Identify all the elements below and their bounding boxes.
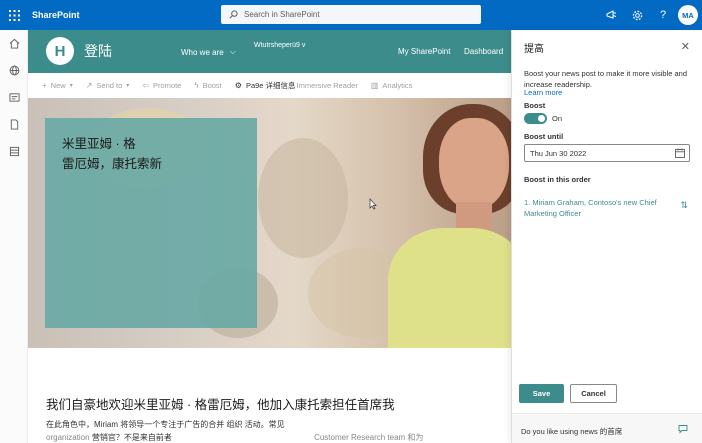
nav-my-sharepoint[interactable]: My SharePoint: [398, 47, 450, 56]
mouse-cursor-icon: [369, 198, 377, 213]
person-body: [388, 228, 511, 348]
toggle-knob: [538, 115, 545, 122]
article-line2-b: 营销官？不是来自前者: [91, 433, 172, 442]
immersive-reader-label: Immersive Reader: [296, 81, 358, 90]
help-icon[interactable]: ?: [650, 0, 676, 30]
panel-title: 提高: [524, 44, 544, 55]
site-header: H 登陆 Who we are ⌵ Wtutrsheperü9 v My Sha…: [28, 30, 511, 73]
hero-image: 米里亚姆 · 格 雷厄姆，康托索新: [28, 98, 511, 348]
suite-bar: SharePoint Search in SharePoint ? MA: [0, 0, 702, 30]
plus-icon: +: [42, 81, 47, 90]
search-box[interactable]: Search in SharePoint: [221, 5, 481, 24]
feedback-bar: Do you like using news 的首席: [512, 413, 702, 443]
news-icon[interactable]: [0, 84, 28, 111]
learn-more-link[interactable]: Learn more: [524, 88, 562, 97]
cancel-button[interactable]: Cancel: [570, 384, 617, 403]
settings-gear-icon[interactable]: [624, 0, 650, 30]
article-line1: 在此角色中，Miriam 将领导一个专注于广告的合并 组织 活动。常见: [46, 420, 285, 429]
site-logo[interactable]: H: [46, 37, 74, 65]
immersive-reader-button[interactable]: Immersive Reader: [297, 81, 358, 90]
hero-title: 米里亚姆 · 格 雷厄姆，康托索新: [62, 134, 162, 174]
home-icon[interactable]: [0, 30, 28, 57]
send-to-label: Send to: [96, 81, 123, 90]
hero-title-line2: 雷厄姆，康托索新: [62, 157, 163, 171]
boost-until-label: Boost until: [524, 132, 564, 141]
boost-toggle-state: On: [552, 114, 563, 123]
panel-description: Boost your news post to make it more vis…: [524, 69, 687, 89]
new-button[interactable]: + New ▾: [42, 81, 73, 90]
chevron-down-icon: ▾: [126, 83, 130, 89]
boost-label: Boost: [524, 101, 546, 110]
page-details-button[interactable]: ⚙ Pa9e 详细信息: [235, 80, 296, 91]
app-bar: [0, 30, 28, 443]
search-placeholder: Search in SharePoint: [244, 10, 320, 19]
app-name[interactable]: SharePoint: [32, 10, 80, 20]
page-details-label: Pa9e 详细信息: [245, 81, 296, 90]
sort-icon[interactable]: ⇅: [680, 200, 688, 211]
chart-icon: ▥: [370, 81, 379, 90]
boost-toggle[interactable]: [524, 113, 547, 124]
person-face: [439, 118, 509, 210]
promote-button[interactable]: ⇦ Promote: [142, 81, 181, 90]
close-icon[interactable]: ✕: [681, 40, 690, 53]
promote-label: Promote: [152, 81, 182, 90]
share-icon: ↗: [85, 81, 93, 90]
nav-dashboard[interactable]: Dashboard: [464, 47, 503, 56]
feedback-text: Do you like using news 的首席: [521, 427, 623, 436]
hero-title-line1: 米里亚姆 · 格: [62, 137, 136, 151]
analytics-button[interactable]: ▥ Analytics: [371, 81, 413, 90]
new-label: New: [50, 81, 66, 90]
boost-order-item[interactable]: 1. Miriam Graham, Contoso's new Chief Ma…: [524, 197, 669, 219]
article-paragraph: 在此角色中，Miriam 将领导一个专注于广告的合并 组织 活动。常见 orga…: [46, 418, 506, 443]
nav-wtutr[interactable]: Wtutrsheperü9 v: [254, 42, 305, 49]
rocket-icon: ϟ: [194, 81, 199, 90]
calendar-icon[interactable]: [675, 148, 685, 158]
boost-until-value: Thu Jun 30 2022: [530, 148, 587, 158]
analytics-label: Analytics: [382, 81, 413, 90]
send-to-button[interactable]: ↗ Send to ▾: [86, 81, 130, 90]
boost-panel: 提高 ✕ Boost your news post to make it mor…: [511, 30, 702, 443]
chevron-down-icon: ▾: [69, 83, 73, 89]
site-title[interactable]: 登陆: [84, 41, 112, 61]
boost-until-date-field[interactable]: Thu Jun 30 2022: [524, 144, 690, 162]
avatar[interactable]: MA: [678, 5, 698, 25]
background-blob: [258, 138, 348, 258]
article-line2-c: Customer Research team 和为: [314, 433, 424, 442]
gear-icon: ⚙: [234, 81, 242, 90]
boost-order-label: Boost in this order: [524, 175, 591, 184]
command-bar: + New ▾ ↗ Send to ▾ ⇦ Promote ϟ Boost ⚙ …: [28, 73, 511, 98]
boost-label: Boost: [202, 81, 222, 90]
nav-who-we-are-label: Who we are: [181, 47, 224, 57]
article-line2-a: organization: [46, 433, 90, 442]
megaphone-icon[interactable]: [598, 0, 624, 30]
nav-who-we-are[interactable]: Who we are ⌵: [181, 47, 236, 57]
search-icon: [229, 10, 238, 19]
lists-icon[interactable]: [0, 138, 28, 165]
chevron-down-icon: ⌵: [229, 47, 236, 56]
globe-icon[interactable]: [0, 57, 28, 84]
document-icon[interactable]: [0, 111, 28, 138]
app-launcher-icon[interactable]: [0, 0, 28, 30]
article-heading: 我们自豪地欢迎米里亚姆 · 格雷厄姆，他加入康托索担任首席我: [46, 398, 395, 412]
promote-icon: ⇦: [142, 81, 149, 90]
boost-button[interactable]: ϟ Boost: [194, 81, 221, 90]
feedback-icon[interactable]: [678, 424, 688, 434]
save-button[interactable]: Save: [519, 384, 564, 403]
